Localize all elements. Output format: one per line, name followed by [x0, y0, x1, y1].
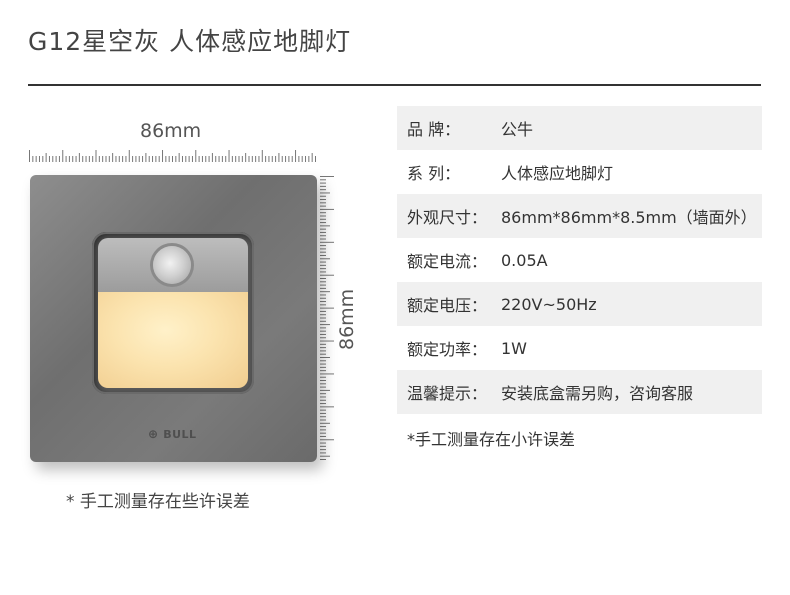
spec-value: 1W: [501, 338, 527, 358]
spec-value: 220V~50Hz: [501, 294, 597, 314]
spec-value: 人体感应地脚灯: [501, 164, 614, 183]
spec-row-dimensions: 外观尺寸： 86mm*86mm*8.5mm（墙面外）: [397, 194, 762, 238]
spec-label: 系 列：: [407, 164, 461, 183]
spec-value: 0.05A: [501, 250, 548, 270]
spec-label: 外观尺寸：: [407, 208, 488, 227]
night-light-panel: [98, 292, 248, 388]
spec-label: 品 牌：: [407, 120, 461, 139]
spec-row-voltage: 额定电压： 220V~50Hz: [397, 282, 762, 326]
measurement-note: * 手工测量存在些许误差: [66, 492, 250, 512]
spec-value: 86mm*86mm*8.5mm（墙面外）: [501, 208, 757, 227]
spec-row-tip: 温馨提示： 安装底盒需另购，咨询客服: [397, 370, 762, 414]
height-dimension-label: 86mm: [336, 288, 358, 350]
spec-row-brand: 品 牌： 公牛: [397, 106, 762, 150]
light-bezel: [92, 232, 254, 394]
brand-logo: ⊕ BULL: [148, 427, 197, 441]
bull-logo-icon: ⊕: [148, 427, 164, 441]
spec-row-power: 额定功率： 1W: [397, 326, 762, 370]
spec-label: 温馨提示：: [407, 384, 488, 403]
spec-row-current: 额定电流： 0.05A: [397, 238, 762, 282]
horizontal-ruler: [29, 150, 316, 162]
spec-label: 额定电压：: [407, 296, 488, 315]
spec-label: 额定电流：: [407, 252, 488, 271]
switch-plate-image: ⊕ BULL: [30, 175, 317, 462]
spec-row-series: 系 列： 人体感应地脚灯: [397, 150, 762, 194]
spec-table: 品 牌： 公牛 系 列： 人体感应地脚灯 外观尺寸： 86mm*86mm*8.5…: [397, 106, 762, 414]
width-dimension-label: 86mm: [140, 120, 202, 142]
spec-value: 公牛: [501, 120, 534, 139]
spec-label: 额定功率：: [407, 340, 488, 359]
motion-sensor-icon: [153, 246, 191, 284]
vertical-ruler: [320, 176, 334, 460]
title-divider: [28, 84, 761, 86]
spec-note: *手工测量存在小许误差: [407, 430, 576, 449]
sensor-panel: [98, 238, 248, 292]
spec-value: 安装底盒需另购，咨询客服: [501, 384, 694, 403]
page-title: G12星空灰 人体感应地脚灯: [28, 27, 352, 56]
